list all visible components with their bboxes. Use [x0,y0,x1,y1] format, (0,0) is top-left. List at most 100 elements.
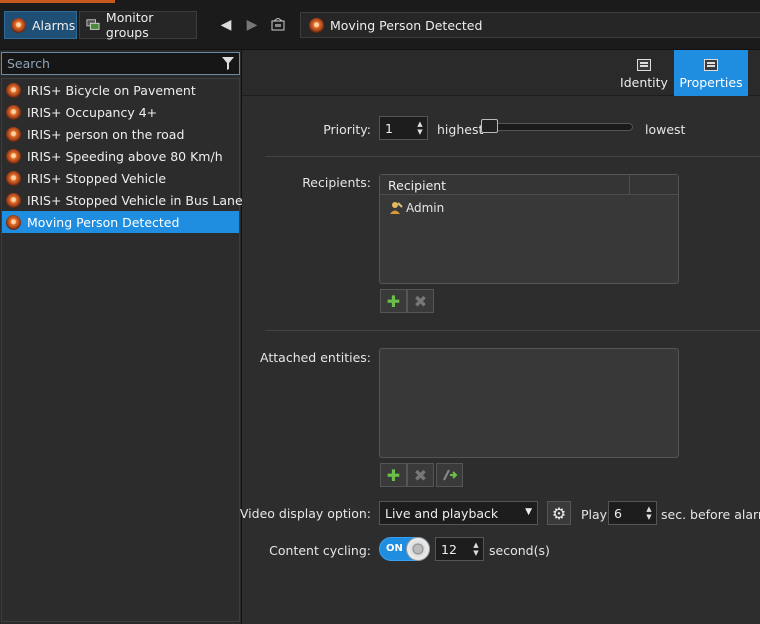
properties-panel: Priority: 1 ▲ ▼ highest lowest Recipients… [239,97,760,624]
play-seconds-value: 6 [614,505,622,521]
entity-tabs: Identity Properties [242,50,760,96]
list-item-label: IRIS+ Speeding above 80 Km/h [27,148,223,164]
history-icon [271,18,285,31]
alarm-icon [6,192,21,208]
recipients-label: Recipients: [302,175,371,190]
alarm-icon [6,82,21,98]
stepper-arrows-icon[interactable]: ▲ ▼ [472,541,480,557]
cycling-seconds-value: 12 [441,541,457,557]
top-toolbar: Alarms Monitor groups ◀ ▶ Moving Person … [0,0,760,50]
alarm-list-panel: Search IRIS+ Bicycle on Pavement IRIS+ O… [0,50,243,624]
alarm-list: IRIS+ Bicycle on Pavement IRIS+ Occupanc… [1,78,243,622]
list-item[interactable]: IRIS+ person on the road [2,123,239,145]
tab-identity-label: Identity [620,75,668,90]
priority-stepper[interactable]: 1 ▲ ▼ [379,116,428,140]
plus-icon: ✚ [386,465,401,485]
content-cycling-label: Content cycling: [269,543,371,558]
priority-slider[interactable] [481,119,633,133]
recipients-header: Recipient [380,175,678,195]
list-item[interactable]: IRIS+ Bicycle on Pavement [2,79,239,101]
table-row[interactable]: Admin [389,201,444,215]
tab-alarms-label: Alarms [32,17,76,33]
chevron-left-icon: ◀ [220,17,232,33]
recipient-name: Admin [406,201,445,215]
chevron-right-icon: ▶ [246,17,258,33]
tab-identity[interactable]: Identity [614,50,674,96]
play-seconds-stepper[interactable]: 6 ▲ ▼ [608,501,657,525]
list-item-label: Moving Person Detected [27,214,180,230]
chevron-down-icon: ▼ [525,507,532,517]
recipients-toolbar: ✚ ✖ [380,289,434,313]
list-item-label: IRIS+ Stopped Vehicle [27,170,167,186]
list-item[interactable]: IRIS+ Stopped Vehicle [2,167,239,189]
attached-toolbar: ✚ ✖ [380,463,463,487]
column-recipient[interactable]: Recipient [388,178,446,193]
alarm-icon [6,126,21,142]
video-display-label: Video display option: [239,506,371,521]
jump-to-entity-button[interactable] [436,463,463,487]
jump-icon [442,469,457,481]
search-placeholder: Search [7,56,50,71]
stepper-arrows-icon[interactable]: ▲ ▼ [645,505,653,521]
gear-icon: ⚙ [551,503,567,523]
list-item-label: IRIS+ Occupancy 4+ [27,104,158,120]
close-icon: ✖ [413,291,428,311]
tab-properties[interactable]: Properties [674,50,748,96]
divider [265,330,760,331]
accent-strip [0,0,115,3]
tab-monitor-groups-label: Monitor groups [105,10,154,40]
user-icon [390,202,403,214]
slider-thumb[interactable] [481,119,498,133]
play-label: Play [581,507,608,522]
video-display-select[interactable]: Live and playback ▼ [379,501,538,525]
add-recipient-button[interactable]: ✚ [380,289,407,313]
play-suffix-label: sec. before alarm [661,507,760,522]
priority-highest-label: highest [437,122,484,137]
list-item[interactable]: IRIS+ Stopped Vehicle in Bus Lane [2,189,243,211]
toggle-label: ON [386,543,403,554]
tab-properties-label: Properties [679,75,743,90]
tab-monitor-groups[interactable]: Monitor groups [79,10,197,40]
priority-label: Priority: [323,122,371,137]
back-button[interactable]: ◀ [216,14,236,36]
alarm-icon [6,104,21,120]
list-item-label: IRIS+ person on the road [27,126,185,142]
search-input[interactable]: Search [1,52,240,75]
identity-icon [637,59,651,71]
content-cycling-toggle[interactable]: ON [379,537,430,561]
tab-alarms[interactable]: Alarms [4,11,77,39]
remove-entity-button[interactable]: ✖ [407,463,434,487]
entity-title-bar: Moving Person Detected [300,12,760,38]
monitor-groups-icon [86,19,100,30]
list-item[interactable]: IRIS+ Occupancy 4+ [2,101,239,123]
column-divider [629,175,630,195]
divider [265,156,760,157]
settings-button[interactable]: ⚙ [547,501,571,525]
list-item[interactable]: IRIS+ Speeding above 80 Km/h [2,145,239,167]
history-button[interactable] [268,14,288,36]
remove-recipient-button[interactable]: ✖ [407,289,434,313]
alarm-icon [6,170,21,186]
recipients-table: Recipient Admin [379,174,679,284]
alarm-icon [6,214,21,230]
cycling-seconds-stepper[interactable]: 12 ▲ ▼ [435,537,484,561]
cycling-suffix-label: second(s) [489,543,550,558]
plus-icon: ✚ [386,291,401,311]
priority-lowest-label: lowest [645,122,686,137]
filter-icon[interactable] [221,56,235,71]
entity-title: Moving Person Detected [330,17,483,33]
alarm-icon [309,17,324,33]
list-item-label: IRIS+ Bicycle on Pavement [27,82,196,98]
list-item-selected[interactable]: Moving Person Detected [2,211,239,233]
video-display-value: Live and playback [385,505,499,521]
toggle-knob [406,537,430,561]
attached-entities-box[interactable] [379,348,679,458]
properties-icon [704,59,718,71]
priority-value: 1 [385,120,393,136]
forward-button[interactable]: ▶ [242,14,262,36]
list-item-label: IRIS+ Stopped Vehicle in Bus Lane [27,192,243,208]
add-entity-button[interactable]: ✚ [380,463,407,487]
alarm-icon [11,17,26,33]
stepper-arrows-icon[interactable]: ▲ ▼ [416,120,424,136]
alarm-icon [6,148,21,164]
